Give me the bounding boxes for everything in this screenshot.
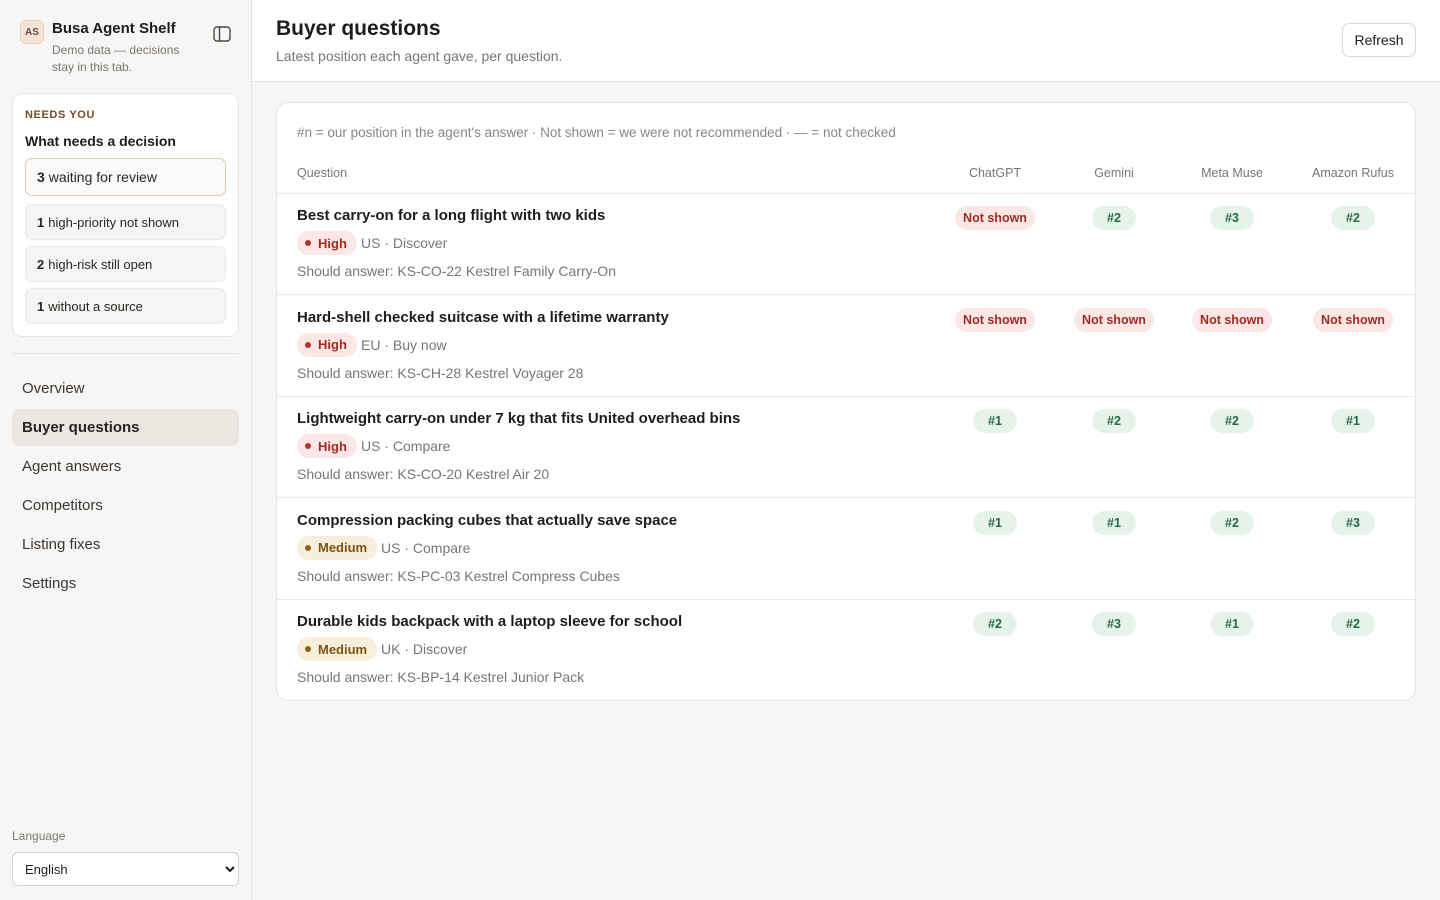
priority-dot-icon <box>305 443 311 449</box>
page-subtitle: Latest position each agent gave, per que… <box>276 48 563 64</box>
table-row[interactable]: Compression packing cubes that actually … <box>277 499 1415 600</box>
column-header-meta-muse: Meta Muse <box>1201 166 1263 180</box>
priority-dot-icon <box>305 240 311 246</box>
needs-item-without-source[interactable]: 1 without a source <box>25 288 226 324</box>
main-content: Buyer questions Latest position each age… <box>252 0 1440 900</box>
question-meta: US · Compare <box>361 438 451 454</box>
sidebar-divider <box>12 353 239 354</box>
question-meta: EU · Buy now <box>361 336 447 353</box>
position-badge-amazon-rufus: #2 <box>1331 612 1375 636</box>
priority-label: High <box>318 438 347 454</box>
needs-item-label: high-priority not shown <box>48 214 180 230</box>
buyer-questions-table: #n = our position in the agent's answer … <box>276 102 1416 701</box>
position-badge-chatgpt: Not shown <box>955 206 1035 230</box>
priority-badge: High <box>297 332 357 357</box>
priority-badge: Medium <box>297 637 378 661</box>
priority-badge: Medium <box>297 535 378 560</box>
brand-name: Busa Agent Shelf <box>52 20 176 37</box>
refresh-button[interactable]: Refresh <box>1342 23 1416 57</box>
needs-item-label: high-risk still open <box>48 256 153 272</box>
column-header-amazon-rufus: Amazon Rufus <box>1312 166 1394 180</box>
sidebar-nav: Overview Buyer questions Agent answers C… <box>12 370 239 604</box>
column-header-question: Question <box>297 166 348 180</box>
needs-item-high-risk-open[interactable]: 2 high-risk still open <box>25 246 226 282</box>
priority-label: High <box>318 235 347 251</box>
question-title[interactable]: Best carry-on for a long flight with two… <box>297 207 605 224</box>
question-title[interactable]: Hard-shell checked suitcase with a lifet… <box>297 309 669 326</box>
question-meta: US · Compare <box>381 539 471 556</box>
position-badge-meta-muse: #3 <box>1210 206 1254 230</box>
nav-item-agent-answers[interactable]: Agent answers <box>12 448 239 485</box>
position-badge-meta-muse: Not shown <box>1192 307 1272 332</box>
position-badge-chatgpt: #2 <box>973 612 1017 636</box>
question-title[interactable]: Lightweight carry-on under 7 kg that fit… <box>297 410 740 427</box>
priority-label: Medium <box>318 540 368 555</box>
table-legend: #n = our position in the agent's answer … <box>297 125 896 140</box>
priority-label: Medium <box>318 641 368 657</box>
position-badge-gemini: #2 <box>1092 409 1136 433</box>
needs-item-waiting-review[interactable]: 3 waiting for review <box>25 158 226 196</box>
page-title: Buyer questions <box>276 17 441 40</box>
position-badge-chatgpt: #1 <box>973 510 1017 535</box>
table-row[interactable]: Hard-shell checked suitcase with a lifet… <box>277 296 1415 397</box>
nav-item-listing-fixes[interactable]: Listing fixes <box>12 526 239 563</box>
needs-you-panel: NEEDS YOU What needs a decision 3 waitin… <box>12 93 239 337</box>
sidebar-toggle-icon <box>213 26 231 42</box>
position-badge-amazon-rufus: #2 <box>1331 206 1375 230</box>
table-row[interactable]: Durable kids backpack with a laptop slee… <box>277 600 1415 700</box>
should-answer: Should answer: KS-CO-20 Kestrel Air 20 <box>297 466 550 482</box>
position-badge-meta-muse: #2 <box>1210 510 1254 535</box>
table-row[interactable]: Lightweight carry-on under 7 kg that fit… <box>277 397 1415 498</box>
needs-you-title: What needs a decision <box>25 133 176 149</box>
needs-item-count: 1 <box>37 214 45 230</box>
question-title[interactable]: Durable kids backpack with a laptop slee… <box>297 613 682 630</box>
nav-item-overview[interactable]: Overview <box>12 370 239 407</box>
position-badge-gemini: #1 <box>1092 510 1136 535</box>
language-select[interactable]: English <box>12 852 239 886</box>
sidebar: AS Busa Agent Shelf Demo data — decision… <box>0 0 252 900</box>
needs-item-count: 2 <box>37 256 45 272</box>
needs-item-count: 3 <box>37 169 45 185</box>
page-header: Buyer questions Latest position each age… <box>252 0 1440 82</box>
question-meta: US · Discover <box>361 235 448 251</box>
should-answer: Should answer: KS-BP-14 Kestrel Junior P… <box>297 669 585 685</box>
position-badge-meta-muse: #2 <box>1210 409 1254 433</box>
position-badge-chatgpt: Not shown <box>955 307 1035 332</box>
position-badge-gemini: Not shown <box>1074 307 1154 332</box>
priority-dot-icon <box>305 341 311 348</box>
needs-you-kicker: NEEDS YOU <box>25 109 95 121</box>
position-badge-gemini: #2 <box>1092 206 1136 230</box>
priority-badge: High <box>297 434 357 458</box>
position-badge-meta-muse: #1 <box>1210 612 1254 636</box>
needs-item-count: 1 <box>37 298 45 314</box>
position-badge-amazon-rufus: Not shown <box>1313 307 1393 332</box>
question-meta: UK · Discover <box>381 641 468 657</box>
column-header-chatgpt: ChatGPT <box>968 166 1022 180</box>
should-answer: Should answer: KS-CO-22 Kestrel Family C… <box>297 263 616 279</box>
needs-item-label: without a source <box>48 298 143 314</box>
should-answer: Should answer: KS-PC-03 Kestrel Compress… <box>297 567 620 584</box>
needs-item-high-priority-not-shown[interactable]: 1 high-priority not shown <box>25 204 226 240</box>
needs-item-label: waiting for review <box>48 169 157 185</box>
position-badge-amazon-rufus: #1 <box>1331 409 1375 433</box>
priority-dot-icon <box>305 646 311 652</box>
position-badge-gemini: #3 <box>1092 612 1136 636</box>
nav-item-buyer-questions[interactable]: Buyer questions <box>12 409 239 446</box>
position-badge-amazon-rufus: #3 <box>1331 510 1375 535</box>
avatar: AS <box>20 20 44 44</box>
table-row[interactable]: Best carry-on for a long flight with two… <box>277 194 1415 295</box>
sidebar-collapse-button[interactable] <box>212 25 232 43</box>
priority-dot-icon <box>305 544 311 551</box>
nav-item-settings[interactable]: Settings <box>12 565 239 602</box>
column-header-gemini: Gemini <box>1094 166 1134 180</box>
question-title[interactable]: Compression packing cubes that actually … <box>297 512 677 529</box>
should-answer: Should answer: KS-CH-28 Kestrel Voyager … <box>297 364 584 381</box>
priority-label: High <box>318 337 347 352</box>
nav-item-competitors[interactable]: Competitors <box>12 487 239 524</box>
position-badge-chatgpt: #1 <box>973 409 1017 433</box>
brand-subtitle: Demo data — decisions stay in this tab. <box>52 43 180 74</box>
priority-badge: High <box>297 231 357 255</box>
language-label: Language <box>12 829 66 843</box>
